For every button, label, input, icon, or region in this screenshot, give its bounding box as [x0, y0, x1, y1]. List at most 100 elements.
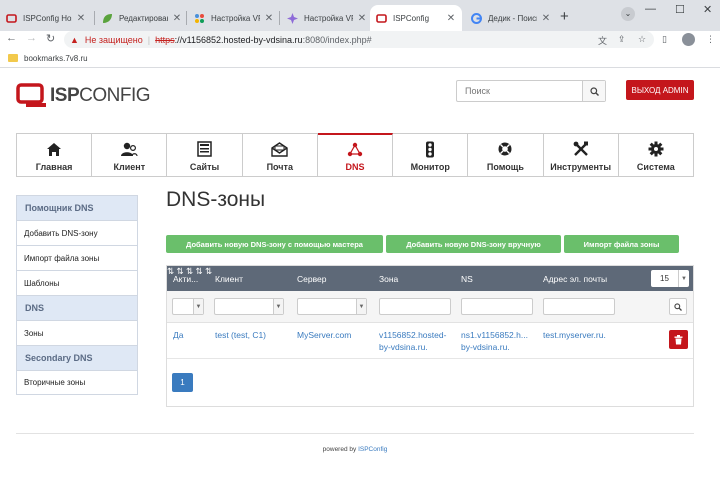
cell-zone-line: v1156852.hosted- [379, 330, 447, 340]
pagination-page-button[interactable]: 1 [172, 373, 193, 392]
nav-client[interactable]: Клиент [92, 134, 168, 176]
sidebar: Помощник DNS Добавить DNS-зону Импорт фа… [16, 195, 138, 395]
close-tab-icon[interactable]: ✕ [264, 13, 274, 24]
tools-icon [573, 139, 589, 159]
table-row[interactable]: Да test (test, C1) MyServer.com v1156852… [167, 323, 693, 359]
logo-config-text: CONFIG [79, 85, 151, 106]
nav-mail[interactable]: Почта [243, 134, 318, 176]
filter-email-input[interactable] [543, 298, 615, 315]
minimize-icon[interactable]: — [645, 3, 656, 15]
cell-zone-line: by-vdsina.ru. [379, 342, 428, 352]
share-icon[interactable]: ⇪ [618, 34, 626, 45]
cell-ns-line: ns1.v1156852.h... [461, 330, 528, 340]
menu-dots-icon[interactable]: ⋮ [706, 34, 715, 45]
sidebar-item-secondary-zones[interactable]: Вторичные зоны [16, 370, 138, 395]
tab-search-chevron-icon[interactable]: ⌄ [621, 7, 635, 21]
back-arrow-icon[interactable]: ← [6, 32, 17, 44]
google-favicon-icon [471, 12, 482, 24]
translate-icon[interactable]: 文 [598, 34, 607, 47]
add-zone-manual-button[interactable]: Добавить новую DNS-зону вручную [386, 235, 561, 253]
column-header-email[interactable]: Адрес эл. почты [543, 266, 607, 291]
cell-email[interactable]: test.myserver.ru. [543, 329, 606, 341]
search-button[interactable] [582, 81, 605, 101]
filter-active-select[interactable]: ▼ [172, 298, 204, 315]
close-tab-icon[interactable]: ✕ [446, 13, 456, 24]
grid-favicon-icon [194, 13, 205, 24]
footer: powered by ISPConfig [0, 446, 710, 453]
search-icon [674, 302, 682, 311]
delete-button[interactable] [669, 330, 688, 349]
side-panel-icon[interactable]: ▯ [662, 34, 667, 45]
folder-icon [8, 54, 18, 62]
browser-tab[interactable]: Дедик - Поиск ✕ [465, 5, 557, 31]
sidebar-item-templates[interactable]: Шаблоны [16, 270, 138, 295]
filter-server-select[interactable]: ▼ [297, 298, 367, 315]
browser-tab[interactable]: Настройка VP ✕ [188, 5, 280, 31]
sidebar-item-import-zone-file[interactable]: Импорт файла зоны [16, 245, 138, 270]
bookmark-item[interactable]: bookmarks.7v8.ru [24, 54, 88, 63]
browser-tab-active[interactable]: ISPConfig ✕ [370, 5, 462, 31]
column-header-server[interactable]: Сервер [297, 266, 326, 291]
tab-separator [279, 11, 280, 25]
column-header-active[interactable]: Акти... [173, 266, 198, 291]
close-tab-icon[interactable]: ✕ [541, 13, 551, 24]
close-window-icon[interactable]: ✕ [703, 3, 712, 16]
nav-tools[interactable]: Инструменты [544, 134, 619, 176]
nav-dns[interactable]: DNS [317, 133, 394, 176]
sort-icon[interactable]: ⇅ [205, 266, 212, 276]
ispconfig-logo[interactable]: ISPCONFIG [16, 83, 151, 109]
column-header-client[interactable]: Клиент [215, 266, 243, 291]
bookmark-star-icon[interactable]: ☆ [638, 34, 646, 45]
nav-monitor[interactable]: Монитор [393, 134, 469, 176]
sites-icon [197, 139, 212, 159]
address-bar[interactable]: ▲ Не защищено | https://v1156852.hosted-… [64, 31, 654, 48]
powered-by-text: powered by [322, 446, 357, 453]
filter-ns-input[interactable] [461, 298, 533, 315]
close-tab-icon[interactable]: ✕ [76, 13, 86, 24]
main-navigation: Главная Клиент Сайты Почта DNS Монитор П… [16, 133, 694, 177]
logout-button[interactable]: ВЫХОД ADMIN [626, 80, 694, 100]
forward-arrow-icon[interactable]: → [26, 32, 37, 44]
page-size-select[interactable]: 15 ▼ [651, 270, 689, 287]
filter-zone-input[interactable] [379, 298, 451, 315]
search-input[interactable] [457, 81, 582, 101]
sidebar-section-title: Secondary DNS [16, 345, 138, 370]
nav-help[interactable]: Помощь [468, 134, 544, 176]
nav-label: Главная [35, 162, 73, 172]
new-tab-plus-icon[interactable]: + [560, 8, 569, 25]
filter-client-select[interactable]: ▼ [214, 298, 284, 315]
column-header-zone[interactable]: Зона [379, 266, 398, 291]
nav-sites[interactable]: Сайты [167, 134, 243, 176]
browser-tab[interactable]: Редактирован ✕ [96, 5, 188, 31]
nav-label: Сайты [189, 162, 220, 172]
add-zone-wizard-button[interactable]: Добавить новую DNS-зону с помощью мастер… [166, 235, 383, 253]
nav-system[interactable]: Система [619, 134, 693, 176]
cell-ns[interactable]: ns1.v1156852.h... by-vdsina.ru. [461, 329, 528, 353]
column-header-ns[interactable]: NS [461, 266, 473, 291]
chevron-down-icon: ▼ [273, 299, 283, 314]
profile-avatar[interactable] [682, 33, 695, 46]
import-zone-file-button[interactable]: Импорт файла зоны [564, 235, 679, 253]
cell-client[interactable]: test (test, C1) [215, 329, 266, 341]
cell-active[interactable]: Да [173, 329, 183, 341]
maximize-icon[interactable]: ☐ [675, 3, 685, 16]
warning-triangle-icon: ▲ [70, 34, 79, 45]
filter-search-button[interactable] [669, 298, 687, 315]
nav-home[interactable]: Главная [17, 134, 93, 176]
chevron-down-icon: ▼ [356, 299, 366, 314]
ispconfig-link[interactable]: ISPConfig [358, 446, 387, 453]
close-tab-icon[interactable]: ✕ [357, 13, 367, 24]
sidebar-item-add-dns-zone[interactable]: Добавить DNS-зону [16, 220, 138, 245]
browser-toolbar: ← → ↻ ▲ Не защищено | https://v1156852.h… [0, 31, 720, 48]
close-tab-icon[interactable]: ✕ [172, 13, 182, 24]
tab-separator [186, 11, 187, 25]
browser-tab[interactable]: ISPConfig Host ✕ [0, 5, 92, 31]
page-title: DNS-зоны [166, 188, 266, 211]
security-label: Не защищено [84, 34, 143, 45]
cell-server[interactable]: MyServer.com [297, 329, 351, 341]
sidebar-item-zones[interactable]: Зоны [16, 320, 138, 345]
browser-tab[interactable]: Настройка VP ✕ [281, 5, 373, 31]
chevron-down-icon: ▼ [193, 299, 203, 314]
cell-zone[interactable]: v1156852.hosted- by-vdsina.ru. [379, 329, 446, 353]
reload-icon[interactable]: ↻ [46, 32, 55, 45]
